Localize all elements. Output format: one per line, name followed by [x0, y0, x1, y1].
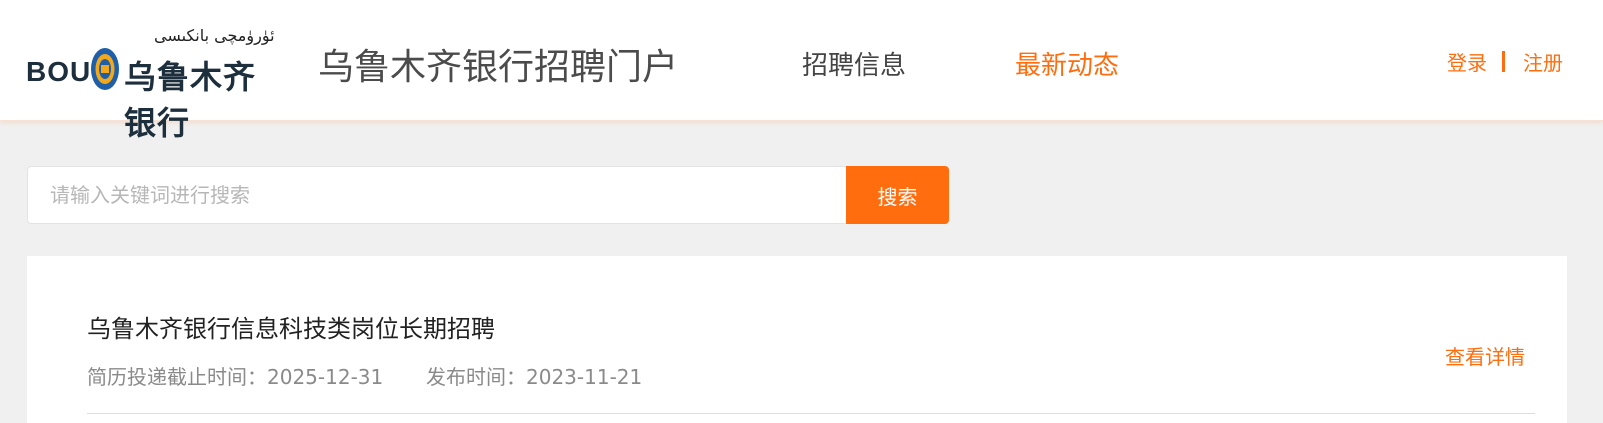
publish-label: 发布时间：: [426, 365, 526, 389]
job-title[interactable]: 乌鲁木齐银行信息科技类岗位长期招聘: [87, 309, 495, 344]
top-header: ئۈرۈمچى بانكىسى BOU 乌鲁木齐银行 乌鲁木齐银行招聘门户 招聘…: [0, 0, 1603, 142]
nav-recruitment-info[interactable]: 招聘信息: [802, 45, 906, 82]
register-link[interactable]: 注册: [1523, 47, 1563, 76]
bank-emblem-icon: [91, 48, 119, 90]
logo-cn-name: 乌鲁木齐银行: [124, 58, 257, 142]
view-details-link[interactable]: 查看详情: [1445, 341, 1525, 370]
portal-title: 乌鲁木齐银行招聘门户: [318, 47, 679, 88]
row-divider: [87, 413, 1535, 414]
publish-value: 2023-11-21: [526, 365, 643, 389]
logo-abbr: BOU: [26, 56, 92, 87]
search-input[interactable]: [27, 166, 847, 224]
login-link[interactable]: 登录: [1447, 47, 1487, 76]
auth-divider: [1502, 51, 1505, 72]
job-publish-date: 发布时间：2023-11-21: [426, 361, 642, 390]
search-button[interactable]: 搜索: [846, 166, 949, 224]
deadline-value: 2025-12-31: [267, 365, 384, 389]
job-list-panel: 乌鲁木齐银行信息科技类岗位长期招聘 简历投递截止时间：2025-12-31 发布…: [27, 256, 1567, 423]
deadline-label: 简历投递截止时间：: [87, 365, 267, 389]
bank-logo[interactable]: ئۈرۈمچى بانكىسى BOU 乌鲁木齐银行: [24, 26, 286, 142]
logo-uyghur-text: ئۈرۈمچى بانكىسى: [154, 26, 275, 45]
nav-latest-news[interactable]: 最新动态: [1015, 45, 1119, 82]
job-deadline: 简历投递截止时间：2025-12-31: [87, 361, 383, 390]
